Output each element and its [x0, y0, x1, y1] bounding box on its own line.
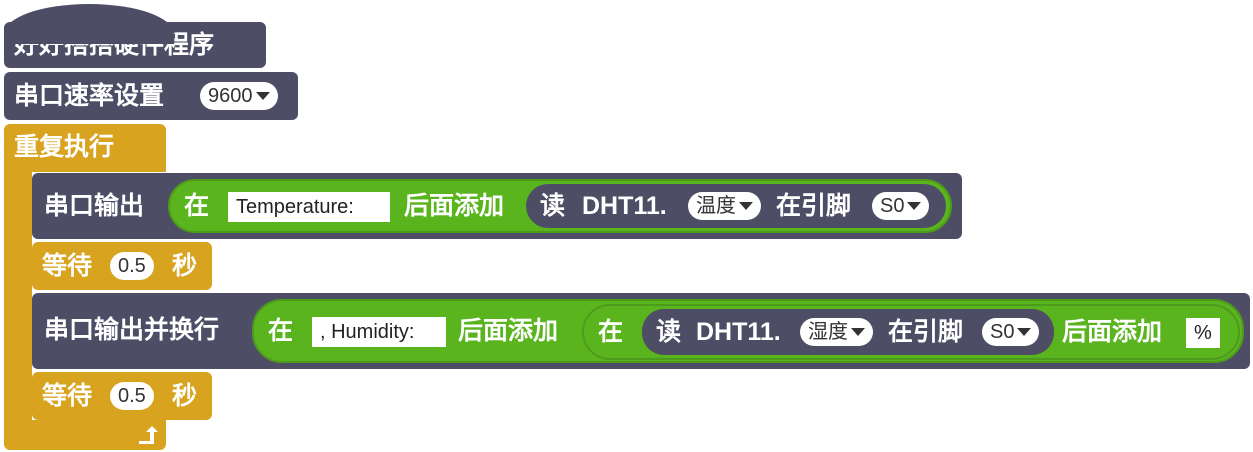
wait-block-1[interactable]: 等待 0.5 秒 [32, 242, 212, 290]
measure-value: 湿度 [808, 321, 848, 343]
loop-label: 重复执行 [14, 132, 115, 161]
sensor-model-label: DHT11. [582, 192, 667, 220]
serial-println-block[interactable]: 串口输出并换行 在 , Humidity: 后面添加 在 读 DHT11. 湿度… [32, 293, 1250, 369]
hat-block-cap [4, 4, 174, 44]
chevron-down-icon [851, 327, 865, 336]
baud-rate-value: 9600 [208, 85, 253, 107]
measure-dropdown[interactable]: 湿度 [800, 318, 873, 346]
measure-value: 温度 [696, 195, 736, 217]
text-input-percent[interactable]: % [1186, 318, 1220, 348]
pin-value: S0 [880, 195, 905, 217]
pin-label: 在引脚 [776, 191, 852, 220]
text-input-temperature[interactable]: Temperature: [228, 192, 390, 222]
loop-arrow-icon [139, 426, 158, 444]
read-label: 读 [540, 191, 566, 220]
text-input-humidity[interactable]: , Humidity: [312, 317, 446, 347]
inner-join-suffix-label: 后面添加 [1062, 317, 1163, 346]
join-block-outer[interactable]: 在 , Humidity: 后面添加 在 读 DHT11. 湿度 在引脚 S0 … [252, 299, 1244, 363]
chevron-down-icon [1017, 327, 1032, 336]
join-block-inner[interactable]: 在 读 DHT11. 湿度 在引脚 S0 后面添加 % [582, 304, 1240, 360]
wait-unit-label: 秒 [172, 251, 198, 280]
pin-label: 在引脚 [888, 317, 964, 346]
join-suffix-label: 后面添加 [404, 191, 505, 220]
loop-block[interactable]: 重复执行 [4, 124, 166, 172]
join-prefix-label: 在 [268, 316, 294, 345]
wait-label: 等待 [42, 381, 93, 410]
read-label: 读 [656, 317, 682, 346]
serial-setup-block[interactable]: 串口速率设置 9600 [4, 72, 298, 120]
chevron-down-icon [255, 91, 270, 100]
measure-dropdown[interactable]: 温度 [688, 192, 761, 220]
wait-label: 等待 [42, 251, 93, 280]
wait-value-input[interactable]: 0.5 [110, 382, 154, 410]
dht11-read-block[interactable]: 读 DHT11. 温度 在引脚 S0 [526, 184, 946, 228]
loop-footer [4, 420, 166, 450]
chevron-down-icon [907, 201, 922, 210]
wait-unit-label: 秒 [172, 381, 198, 410]
join-block[interactable]: 在 Temperature: 后面添加 读 DHT11. 温度 在引脚 S0 [168, 179, 952, 233]
baud-rate-dropdown[interactable]: 9600 [200, 82, 278, 110]
pin-dropdown[interactable]: S0 [982, 318, 1040, 346]
pin-dropdown[interactable]: S0 [872, 192, 930, 220]
serial-print-block[interactable]: 串口输出 在 Temperature: 后面添加 读 DHT11. 温度 在引脚… [32, 173, 962, 239]
chevron-down-icon [739, 201, 753, 210]
sensor-model-label: DHT11. [696, 318, 781, 346]
inner-join-prefix-label: 在 [598, 317, 624, 346]
pin-value: S0 [990, 321, 1015, 343]
serial-print-label: 串口输出 [44, 191, 145, 220]
dht11-read-block-humidity[interactable]: 读 DHT11. 湿度 在引脚 S0 [642, 309, 1054, 355]
wait-value-input[interactable]: 0.5 [110, 252, 154, 280]
loop-arm [4, 168, 32, 424]
wait-block-2[interactable]: 等待 0.5 秒 [32, 372, 212, 420]
serial-println-label: 串口输出并换行 [44, 315, 220, 344]
serial-setup-label: 串口速率设置 [14, 81, 165, 110]
join-prefix-label: 在 [184, 191, 210, 220]
join-suffix-label: 后面添加 [458, 316, 559, 345]
